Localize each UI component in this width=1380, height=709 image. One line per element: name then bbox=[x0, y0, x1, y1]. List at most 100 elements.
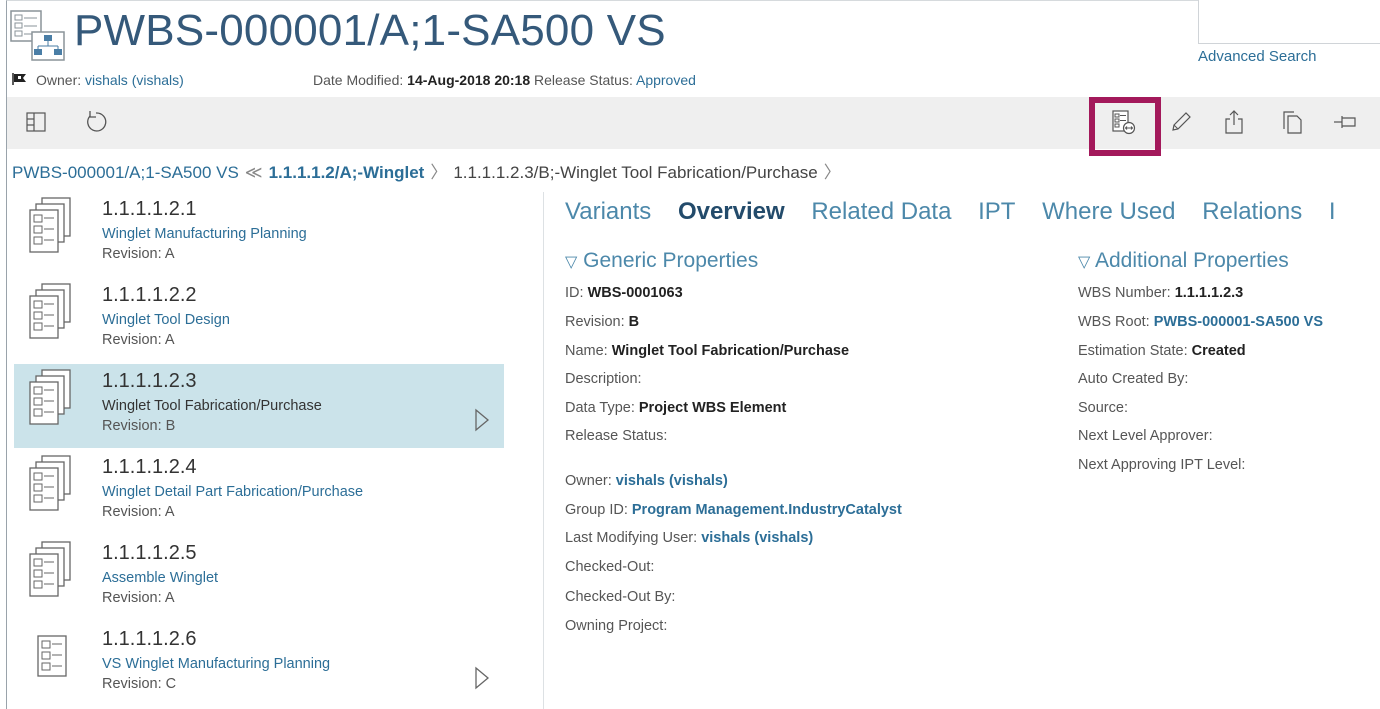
panel-layout-icon bbox=[26, 112, 46, 132]
prop-label: Next Level Approver: bbox=[1078, 428, 1213, 444]
edit-button[interactable] bbox=[1164, 105, 1198, 139]
tab-overview[interactable]: Overview bbox=[678, 198, 785, 225]
prop-estimation-state: Estimation State: Created bbox=[1078, 343, 1246, 359]
tab-ipt[interactable]: IPT bbox=[978, 198, 1015, 225]
expand-chevron-icon[interactable] bbox=[474, 408, 490, 432]
prop-last-modifying-user: Last Modifying User: vishals (vishals) bbox=[565, 530, 813, 546]
release-status-link[interactable]: Approved bbox=[636, 72, 696, 88]
date-meta: Date Modified: 14-Aug-2018 20:18 Release… bbox=[313, 72, 696, 88]
prop-value: WBS-0001063 bbox=[587, 285, 683, 301]
item-name[interactable]: Winglet Tool Design bbox=[102, 312, 230, 328]
prop-revision: Revision: B bbox=[565, 314, 639, 330]
prop-label: ID: bbox=[565, 285, 584, 301]
list-item-selected[interactable]: 1.1.1.1.2.3 Winglet Tool Fabrication/Pur… bbox=[14, 364, 504, 448]
prop-checked-out: Checked-Out: bbox=[565, 559, 654, 575]
group-link[interactable]: Program Management.IndustryCatalyst bbox=[632, 502, 902, 518]
list-item[interactable]: 1.1.1.1.2.5 Assemble Winglet Revision: A bbox=[14, 536, 504, 620]
tab-relations[interactable]: Relations bbox=[1202, 198, 1302, 225]
prop-owner: Owner: vishals (vishals) bbox=[565, 473, 728, 489]
share-button[interactable] bbox=[1217, 105, 1251, 139]
owner-link[interactable]: vishals (vishals) bbox=[85, 72, 184, 88]
search-input[interactable] bbox=[1198, 0, 1380, 44]
breadcrumb-chevron[interactable]: 〉 bbox=[430, 163, 447, 182]
owner-label: Owner: bbox=[36, 72, 82, 88]
wbs-root-link[interactable]: PWBS-000001-SA500 VS bbox=[1154, 314, 1323, 330]
prop-description: Description: bbox=[565, 371, 642, 387]
section-title: Generic Properties bbox=[583, 249, 759, 272]
panel-layout-button[interactable] bbox=[19, 105, 53, 139]
tab-bar: Variants Overview Related Data IPT Where… bbox=[565, 198, 1356, 226]
wbs-object-icon bbox=[10, 10, 65, 61]
prop-release-status: Release Status: bbox=[565, 428, 667, 444]
panel-divider[interactable] bbox=[543, 192, 544, 709]
prop-label: Auto Created By: bbox=[1078, 371, 1189, 387]
prop-value: Created bbox=[1191, 343, 1246, 359]
prop-checked-out-by: Checked-Out By: bbox=[565, 589, 675, 605]
owner-link[interactable]: vishals (vishals) bbox=[616, 473, 728, 489]
prop-value: 1.1.1.1.2.3 bbox=[1174, 285, 1244, 301]
copy-button[interactable] bbox=[1275, 105, 1309, 139]
breadcrumb-parent[interactable]: 1.1.1.1.2/A;-Winglet bbox=[269, 163, 425, 182]
item-name[interactable]: VS Winglet Manufacturing Planning bbox=[102, 656, 330, 672]
tab-related-data[interactable]: Related Data bbox=[811, 198, 951, 225]
generic-properties-header[interactable]: ▽ Generic Properties bbox=[565, 249, 758, 273]
wbs-stack-icon bbox=[29, 283, 71, 339]
item-name[interactable]: Winglet Manufacturing Planning bbox=[102, 226, 307, 242]
item-number: 1.1.1.1.2.4 bbox=[102, 456, 197, 478]
prop-label: WBS Root: bbox=[1078, 314, 1150, 330]
date-value: 14-Aug-2018 20:18 bbox=[407, 72, 531, 88]
section-title: Additional Properties bbox=[1095, 249, 1289, 272]
list-item[interactable]: 1.1.1.1.2.2 Winglet Tool Design Revision… bbox=[14, 278, 504, 362]
prop-label: Next Approving IPT Level: bbox=[1078, 457, 1246, 473]
breadcrumb: PWBS-000001/A;1-SA500 VS ≪ 1.1.1.1.2/A;-Wi… bbox=[12, 158, 847, 183]
toolbar bbox=[7, 97, 1380, 149]
advanced-search-link[interactable]: Advanced Search bbox=[1198, 48, 1316, 65]
prop-next-level-approver: Next Level Approver: bbox=[1078, 428, 1213, 444]
breadcrumb-root[interactable]: PWBS-000001/A;1-SA500 VS bbox=[12, 163, 239, 182]
prop-wbs-number: WBS Number: 1.1.1.1.2.3 bbox=[1078, 285, 1243, 301]
prop-value: B bbox=[628, 314, 640, 330]
prop-label: WBS Number: bbox=[1078, 285, 1171, 301]
item-revision: Revision: A bbox=[102, 246, 175, 262]
prop-label: Source: bbox=[1078, 400, 1128, 416]
prop-wbs-root: WBS Root: PWBS-000001-SA500 VS bbox=[1078, 314, 1323, 330]
wbs-stack-icon bbox=[29, 455, 71, 511]
wbs-stack-icon bbox=[29, 197, 71, 253]
prop-label: Checked-Out By: bbox=[565, 589, 676, 605]
prop-id: ID: WBS-0001063 bbox=[565, 285, 683, 301]
refresh-button[interactable] bbox=[79, 105, 113, 139]
list-item[interactable]: 1.1.1.1.2.1 Winglet Manufacturing Planni… bbox=[14, 192, 504, 276]
prop-label: Release Status: bbox=[565, 428, 668, 444]
prop-group-id: Group ID: Program Management.IndustryCat… bbox=[565, 502, 902, 518]
prop-label: Last Modifying User: bbox=[565, 530, 698, 546]
additional-properties-header[interactable]: ▽ Additional Properties bbox=[1078, 249, 1289, 273]
item-number: 1.1.1.1.2.1 bbox=[102, 198, 197, 220]
page-title: PWBS-000001/A;1-SA500 VS bbox=[74, 6, 666, 55]
list-item[interactable]: 1.1.1.1.2.4 Winglet Detail Part Fabricat… bbox=[14, 450, 504, 534]
list-item[interactable]: 1.1.1.1.2.6 VS Winglet Manufacturing Pla… bbox=[14, 622, 504, 706]
item-revision: Revision: A bbox=[102, 332, 175, 348]
tab-variants[interactable]: Variants bbox=[565, 198, 651, 225]
pin-button[interactable] bbox=[1329, 105, 1363, 139]
item-name[interactable]: Winglet Tool Fabrication/Purchase bbox=[102, 398, 322, 414]
breadcrumb-chevron-end[interactable]: 〉 bbox=[824, 163, 841, 182]
item-number: 1.1.1.1.2.3 bbox=[102, 370, 197, 392]
tab-where-used[interactable]: Where Used bbox=[1042, 198, 1175, 225]
item-name[interactable]: Winglet Detail Part Fabrication/Purchase bbox=[102, 484, 363, 500]
item-revision: Revision: B bbox=[102, 418, 176, 434]
last-modifying-user-link[interactable]: vishals (vishals) bbox=[701, 530, 813, 546]
highlight-box bbox=[1089, 97, 1161, 156]
expand-chevron-icon[interactable] bbox=[474, 666, 490, 690]
prop-label: Data Type: bbox=[565, 400, 635, 416]
breadcrumb-collapse-chevron[interactable]: ≪ bbox=[245, 163, 263, 182]
prop-label: Revision: bbox=[565, 314, 625, 330]
owner-flag-icon bbox=[12, 73, 26, 85]
breadcrumb-current: 1.1.1.1.2.3/B;-Winglet Tool Fabrication/… bbox=[453, 163, 818, 182]
prop-value: Winglet Tool Fabrication/Purchase bbox=[611, 343, 850, 359]
item-name[interactable]: Assemble Winglet bbox=[102, 570, 218, 586]
prop-label: Group ID: bbox=[565, 502, 628, 518]
owner-meta: Owner: vishals (vishals) bbox=[36, 72, 184, 88]
tab-overflow[interactable]: I bbox=[1329, 198, 1336, 225]
prop-auto-created-by: Auto Created By: bbox=[1078, 371, 1188, 387]
release-label: Release Status: bbox=[534, 72, 633, 88]
